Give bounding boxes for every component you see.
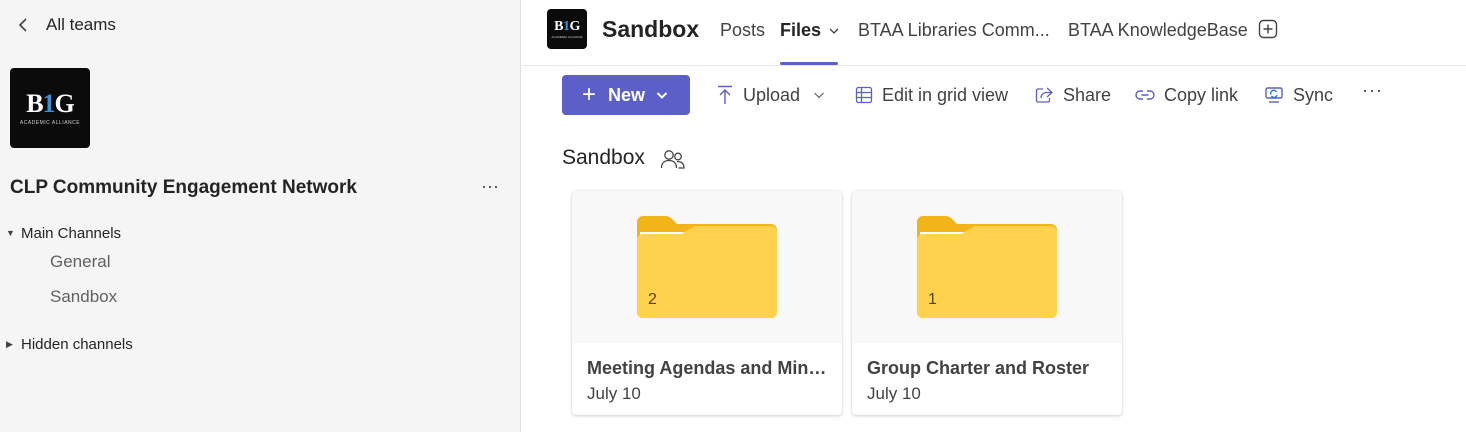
library-title: Sandbox bbox=[562, 146, 645, 169]
channel-header: B1G ACADEMIC ALLIANCE Sandbox Posts File… bbox=[522, 0, 1466, 66]
copy-link-label: Copy link bbox=[1164, 84, 1239, 105]
hidden-channels-group[interactable]: ▶ Hidden channels bbox=[6, 334, 133, 354]
chevron-down-icon bbox=[814, 92, 824, 99]
folder-item-count: 1 bbox=[928, 291, 937, 308]
upload-button[interactable]: Upload bbox=[716, 82, 826, 108]
add-tab-icon[interactable] bbox=[1258, 19, 1278, 39]
folder-date: July 10 bbox=[867, 384, 921, 403]
link-icon bbox=[1135, 90, 1155, 100]
caret-right-icon: ▶ bbox=[6, 338, 13, 349]
copy-link-button[interactable]: Copy link bbox=[1135, 82, 1238, 108]
chevron-down-icon bbox=[656, 92, 668, 99]
folder-name[interactable]: Group Charter and Roster bbox=[867, 358, 1112, 379]
team-logo[interactable]: B1G ACADEMIC ALLIANCE bbox=[10, 68, 90, 148]
edit-grid-view-button[interactable]: Edit in grid view bbox=[855, 82, 1008, 108]
new-button[interactable]: + New bbox=[562, 75, 690, 115]
plus-icon: + bbox=[582, 81, 597, 108]
toolbar-more-button[interactable]: ··· bbox=[1362, 80, 1383, 101]
back-to-all-teams[interactable]: All teams bbox=[16, 12, 116, 38]
active-tab-indicator bbox=[780, 62, 838, 65]
grid-icon bbox=[855, 86, 873, 104]
chevron-down-icon bbox=[829, 28, 839, 34]
folder-card[interactable]: 2 Meeting Agendas and Minu... July 10 bbox=[572, 191, 842, 415]
back-label: All teams bbox=[46, 15, 116, 34]
tab-btaa-knowledgebase[interactable]: BTAA KnowledgeBase bbox=[1068, 20, 1248, 41]
channel-title: Sandbox bbox=[602, 16, 700, 42]
folder-date: July 10 bbox=[587, 384, 641, 403]
tab-posts[interactable]: Posts bbox=[720, 20, 765, 41]
shared-people-icon bbox=[660, 150, 685, 169]
team-more-button[interactable]: ··· bbox=[478, 176, 502, 200]
folder-card[interactable]: 1 Group Charter and Roster July 10 bbox=[852, 191, 1122, 415]
tab-files[interactable]: Files bbox=[780, 20, 840, 41]
tab-files-label: Files bbox=[780, 20, 822, 40]
tab-btaa-libraries[interactable]: BTAA Libraries Comm... bbox=[858, 20, 1050, 41]
edit-grid-view-label: Edit in grid view bbox=[882, 84, 1009, 105]
folder-item-count: 2 bbox=[648, 291, 657, 308]
channel-logo-text: B1G bbox=[554, 18, 580, 34]
hidden-channels-label: Hidden channels bbox=[21, 335, 133, 353]
sidebar: All teams B1G ACADEMIC ALLIANCE CLP Comm… bbox=[0, 0, 521, 432]
team-logo-text: B1G bbox=[26, 88, 75, 118]
share-button[interactable]: Share bbox=[1035, 82, 1111, 108]
new-button-label: New bbox=[608, 84, 646, 105]
folder-icon bbox=[917, 216, 1057, 318]
channel-general[interactable]: General bbox=[50, 252, 110, 272]
folder-name[interactable]: Meeting Agendas and Minu... bbox=[587, 358, 832, 379]
channel-logo: B1G ACADEMIC ALLIANCE bbox=[547, 9, 587, 49]
upload-label: Upload bbox=[743, 84, 801, 105]
chevron-left-icon bbox=[18, 18, 27, 32]
sync-icon bbox=[1265, 87, 1283, 103]
sync-label: Sync bbox=[1293, 84, 1334, 105]
sync-button[interactable]: Sync bbox=[1264, 82, 1333, 108]
channel-sandbox[interactable]: Sandbox bbox=[50, 287, 117, 307]
team-logo-sub: ACADEMIC ALLIANCE bbox=[19, 119, 81, 126]
share-label: Share bbox=[1063, 84, 1112, 105]
folder-thumbnail: 2 bbox=[572, 191, 842, 343]
caret-down-icon: ▼ bbox=[6, 228, 15, 238]
channel-logo-sub: ACADEMIC ALLIANCE bbox=[551, 34, 583, 39]
folder-thumbnail: 1 bbox=[852, 191, 1122, 343]
share-icon bbox=[1035, 87, 1053, 103]
team-name: CLP Community Engagement Network bbox=[10, 177, 357, 198]
folder-icon bbox=[637, 216, 777, 318]
main-channels-group[interactable]: ▼ Main Channels bbox=[6, 223, 121, 243]
main-channels-label: Main Channels bbox=[21, 224, 122, 242]
upload-icon bbox=[718, 85, 732, 104]
